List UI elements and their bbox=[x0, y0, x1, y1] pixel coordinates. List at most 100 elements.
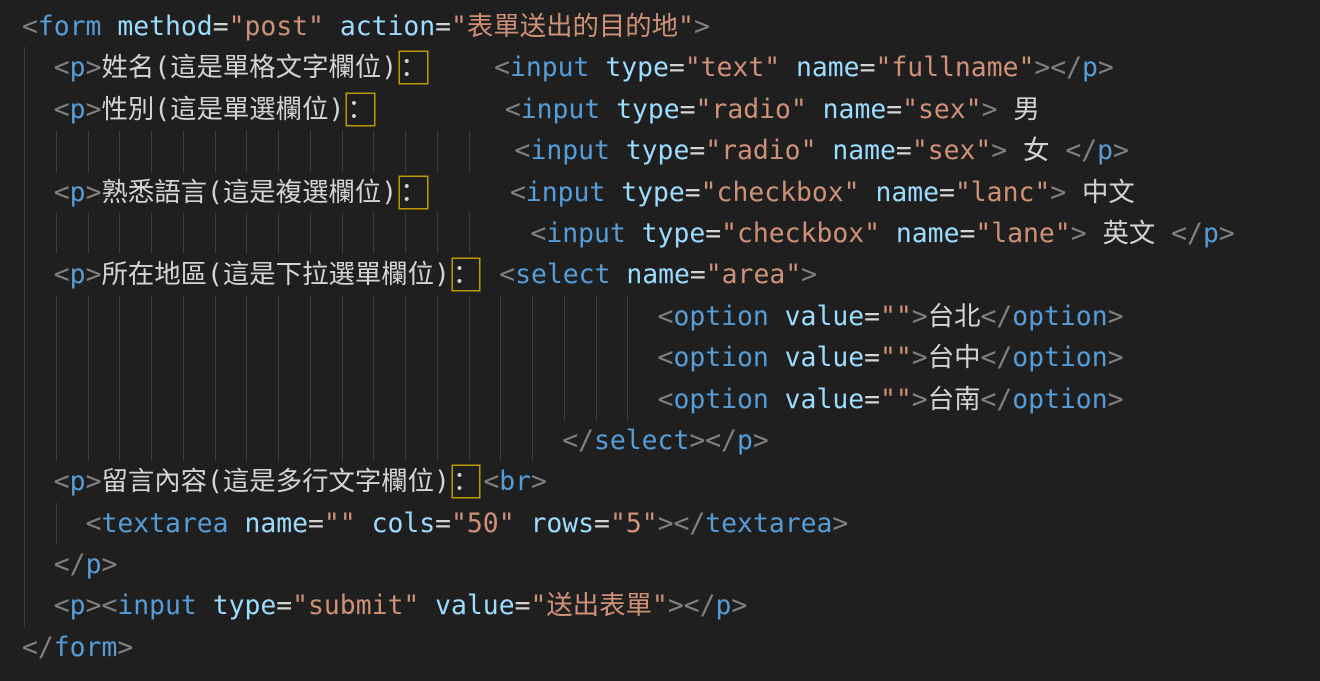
code-line: </p> bbox=[22, 544, 1320, 585]
code-token-attr: cols bbox=[372, 508, 436, 539]
indent-guide bbox=[405, 213, 406, 254]
indent-guide bbox=[437, 296, 438, 337]
indent-guide bbox=[500, 337, 501, 378]
code-token-pun: > bbox=[753, 425, 769, 456]
leading-whitespace bbox=[22, 301, 658, 332]
indent-guide bbox=[24, 420, 25, 461]
indent-guide bbox=[373, 420, 374, 461]
code-line: </form> bbox=[22, 627, 1320, 668]
code-token-txt: = bbox=[669, 52, 685, 83]
indent-guide bbox=[469, 337, 470, 378]
code-token-str: "sex" bbox=[902, 94, 981, 125]
code-token-pun: > bbox=[991, 135, 1007, 166]
code-token-txt: = bbox=[685, 177, 701, 208]
indent-guide bbox=[183, 379, 184, 420]
code-line: <textarea name="" cols="50" rows="5"></t… bbox=[22, 503, 1320, 544]
code-token-pun: < bbox=[494, 52, 510, 83]
code-token-str: "checkbox" bbox=[701, 177, 860, 208]
code-token-pun: </ bbox=[980, 342, 1012, 373]
code-editor[interactable]: <form method="post" action="表單送出的目的地"> <… bbox=[0, 0, 1320, 681]
code-token-pun: > bbox=[731, 590, 747, 621]
indent-guide bbox=[596, 337, 597, 378]
code-token-txt bbox=[807, 94, 823, 125]
code-token-txt: = bbox=[689, 135, 705, 166]
code-token-tag: option bbox=[673, 301, 768, 332]
code-token-tag: input bbox=[521, 94, 600, 125]
code-line: <p><input type="submit" value="送出表單"></p… bbox=[22, 585, 1320, 626]
leading-whitespace bbox=[22, 218, 530, 249]
indent-guide bbox=[24, 337, 25, 378]
code-token-pun: > bbox=[1050, 177, 1066, 208]
code-token-pun: < bbox=[510, 177, 526, 208]
indent-guide bbox=[437, 130, 438, 171]
indent-guide bbox=[24, 503, 25, 544]
code-token-str: "50" bbox=[451, 508, 515, 539]
indent-guide bbox=[151, 379, 152, 420]
code-token-tag: input bbox=[526, 177, 605, 208]
code-token-txt: 台中 bbox=[928, 342, 981, 373]
leading-whitespace bbox=[22, 590, 54, 621]
unicode-highlight-colon: ： bbox=[453, 466, 479, 497]
code-line: <option value="">台中</option> bbox=[22, 337, 1320, 378]
code-token-tag: br bbox=[499, 466, 531, 497]
code-token-txt: 男 bbox=[997, 94, 1039, 125]
indent-guide bbox=[405, 130, 406, 171]
code-token-attr: type bbox=[213, 590, 277, 621]
indent-guide bbox=[564, 296, 565, 337]
indent-guide bbox=[56, 130, 57, 171]
code-token-txt: 中文 bbox=[1066, 177, 1135, 208]
code-token-tag: textarea bbox=[705, 508, 832, 539]
code-token-pun: > bbox=[912, 301, 928, 332]
indent-guide bbox=[88, 379, 89, 420]
indent-guide bbox=[215, 296, 216, 337]
code-token-txt: = bbox=[864, 384, 880, 415]
code-token-pun: > bbox=[1108, 301, 1124, 332]
code-token-pun: > bbox=[982, 94, 998, 125]
indent-guide bbox=[596, 379, 597, 420]
code-token-pun: </ bbox=[54, 549, 86, 580]
indent-guide bbox=[24, 296, 25, 337]
code-token-attr: name bbox=[244, 508, 308, 539]
code-token-pun: < bbox=[22, 11, 38, 42]
code-token-txt bbox=[600, 94, 616, 125]
code-token-attr: value bbox=[785, 384, 864, 415]
leading-whitespace bbox=[22, 425, 562, 456]
indent-guide bbox=[24, 130, 25, 171]
code-token-tag: p bbox=[737, 425, 753, 456]
code-token-str: "" bbox=[324, 508, 356, 539]
code-token-txt bbox=[197, 590, 213, 621]
indent-guide bbox=[469, 130, 470, 171]
code-token-txt: 留言內容(這是多行文字欄位) bbox=[101, 466, 449, 497]
code-token-txt: = bbox=[896, 135, 912, 166]
code-token-str: "checkbox" bbox=[721, 218, 880, 249]
code-token-tag: p bbox=[70, 177, 86, 208]
code-token-tag: p bbox=[1082, 52, 1098, 83]
code-token-str: "5" bbox=[610, 508, 658, 539]
indent-guide bbox=[215, 379, 216, 420]
code-token-pun: > bbox=[1108, 342, 1124, 373]
code-token-attr: name bbox=[626, 259, 690, 290]
code-token-txt: = bbox=[308, 508, 324, 539]
code-token-txt: = bbox=[705, 218, 721, 249]
indent-guide bbox=[183, 337, 184, 378]
code-line: <form method="post" action="表單送出的目的地"> bbox=[22, 6, 1320, 47]
code-token-str: "post" bbox=[229, 11, 324, 42]
code-token-txt bbox=[101, 11, 117, 42]
code-line: <p>姓名(這是單格文字欄位)： <input type="text" name… bbox=[22, 47, 1320, 88]
code-token-txt bbox=[880, 218, 896, 249]
indent-guide bbox=[373, 379, 374, 420]
code-token-pun: > bbox=[912, 384, 928, 415]
indent-guide bbox=[500, 296, 501, 337]
code-token-txt: 姓名(這是單格文字欄位) bbox=[101, 52, 397, 83]
indent-guide bbox=[246, 337, 247, 378]
leading-whitespace bbox=[22, 177, 54, 208]
indent-guide bbox=[437, 379, 438, 420]
code-line: <p>留言內容(這是多行文字欄位)：<br> bbox=[22, 461, 1320, 502]
indent-guide bbox=[24, 213, 25, 254]
indent-guide bbox=[24, 254, 25, 295]
code-token-pun: < bbox=[658, 384, 674, 415]
code-token-pun: > bbox=[694, 11, 710, 42]
code-token-tag: p bbox=[1097, 135, 1113, 166]
code-token-pun: > bbox=[531, 466, 547, 497]
indent-guide bbox=[119, 213, 120, 254]
